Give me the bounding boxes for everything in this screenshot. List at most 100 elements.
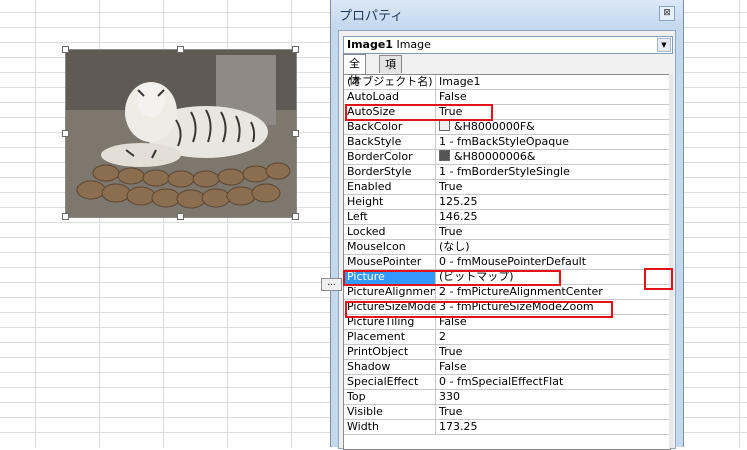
property-row[interactable]: Height 125.25 bbox=[344, 194, 670, 210]
property-row[interactable]: Placement 2 bbox=[344, 329, 670, 345]
property-value-text: False bbox=[439, 90, 467, 103]
image-control[interactable] bbox=[65, 49, 297, 218]
tab-categorized[interactable]: 項目別 bbox=[379, 55, 402, 105]
property-name[interactable]: PictureAlignment bbox=[344, 284, 436, 300]
property-value-text: 1 - fmBorderStyleSingle bbox=[439, 165, 570, 178]
close-icon[interactable]: ⊠ bbox=[659, 6, 675, 21]
object-selector[interactable]: Image1 Image ▼ bbox=[343, 36, 673, 54]
property-name[interactable]: MouseIcon bbox=[344, 239, 436, 255]
property-row[interactable]: BorderColor &H80000006& bbox=[344, 149, 670, 165]
property-value-text: 173.25 bbox=[439, 420, 478, 433]
resize-handle-sw[interactable] bbox=[62, 213, 69, 220]
resize-handle-nw[interactable] bbox=[62, 46, 69, 53]
property-value-text: &H80000006& bbox=[454, 150, 536, 163]
tiger-picture bbox=[66, 50, 296, 217]
property-name[interactable]: Enabled bbox=[344, 179, 436, 195]
property-row[interactable]: Enabled True bbox=[344, 179, 670, 195]
property-value[interactable]: 1 - fmBorderStyleSingle bbox=[435, 164, 670, 180]
property-name[interactable]: Left bbox=[344, 209, 436, 225]
property-value-text: True bbox=[439, 225, 463, 238]
property-value-text: 0 - fmSpecialEffectFlat bbox=[439, 375, 564, 388]
property-name[interactable]: MousePointer bbox=[344, 254, 436, 270]
property-name[interactable]: Top bbox=[344, 389, 436, 405]
property-value[interactable]: &H8000000F& bbox=[435, 119, 670, 135]
property-row[interactable]: MouseIcon (なし) bbox=[344, 239, 670, 255]
property-name[interactable]: Shadow bbox=[344, 359, 436, 375]
property-value-text: 2 bbox=[439, 330, 446, 343]
property-value[interactable]: 0 - fmSpecialEffectFlat bbox=[435, 374, 670, 390]
property-name[interactable]: Locked bbox=[344, 224, 436, 240]
property-value-text: (なし) bbox=[439, 240, 470, 253]
property-row[interactable]: BackStyle 1 - fmBackStyleOpaque bbox=[344, 134, 670, 150]
property-name[interactable]: BackColor bbox=[344, 119, 436, 135]
property-name[interactable]: Height bbox=[344, 194, 436, 210]
property-value-text: 146.25 bbox=[439, 210, 478, 223]
property-row[interactable]: PrintObject True bbox=[344, 344, 670, 360]
property-name[interactable]: PrintObject bbox=[344, 344, 436, 360]
resize-handle-n[interactable] bbox=[177, 46, 184, 53]
property-row[interactable]: Width 173.25 bbox=[344, 419, 670, 435]
property-row[interactable]: MousePointer 0 - fmMousePointerDefault bbox=[344, 254, 670, 270]
property-name[interactable]: Placement bbox=[344, 329, 436, 345]
property-value[interactable]: True bbox=[435, 179, 670, 195]
object-name: Image1 bbox=[347, 38, 393, 51]
property-value-text: 0 - fmMousePointerDefault bbox=[439, 255, 587, 268]
property-row[interactable]: PictureAlignment 2 - fmPictureAlignmentCe… bbox=[344, 284, 670, 300]
properties-titlebar[interactable]: プロパティ ⊠ bbox=[331, 0, 683, 28]
property-value[interactable]: True bbox=[435, 344, 670, 360]
picture-browse-button[interactable]: ... bbox=[321, 278, 342, 291]
property-value[interactable]: False bbox=[435, 89, 670, 105]
highlight-picturesizemode bbox=[345, 301, 613, 318]
window-title: プロパティ bbox=[339, 9, 404, 24]
property-name[interactable]: BorderColor bbox=[344, 149, 436, 165]
property-value-text: 125.25 bbox=[439, 195, 478, 208]
property-value[interactable]: 125.25 bbox=[435, 194, 670, 210]
resize-handle-w[interactable] bbox=[62, 130, 69, 137]
property-value[interactable]: Image1 bbox=[435, 75, 670, 90]
vertical-scrollbar[interactable] bbox=[669, 74, 673, 448]
property-value[interactable]: 146.25 bbox=[435, 209, 670, 225]
property-name[interactable]: BackStyle bbox=[344, 134, 436, 150]
property-row[interactable]: SpecialEffect 0 - fmSpecialEffectFlat bbox=[344, 374, 670, 390]
property-value[interactable]: 1 - fmBackStyleOpaque bbox=[435, 134, 670, 150]
property-value[interactable]: True bbox=[435, 224, 670, 240]
property-row[interactable]: Shadow False bbox=[344, 359, 670, 375]
property-value[interactable]: 2 bbox=[435, 329, 670, 345]
property-value[interactable]: (なし) bbox=[435, 239, 670, 255]
property-row[interactable]: (オブジェクト名) Image1 bbox=[344, 75, 670, 90]
property-value[interactable]: True bbox=[435, 404, 670, 420]
resize-handle-e[interactable] bbox=[292, 130, 299, 137]
property-name[interactable]: AutoLoad bbox=[344, 89, 436, 105]
property-row[interactable]: Visible True bbox=[344, 404, 670, 420]
property-row[interactable]: Top 330 bbox=[344, 389, 670, 405]
property-value-text: True bbox=[439, 180, 463, 193]
property-value[interactable]: 330 bbox=[435, 389, 670, 405]
property-name[interactable]: Visible bbox=[344, 404, 436, 420]
property-name[interactable]: SpecialEffect bbox=[344, 374, 436, 390]
property-row[interactable]: AutoLoad False bbox=[344, 89, 670, 105]
property-value[interactable]: 0 - fmMousePointerDefault bbox=[435, 254, 670, 270]
dropdown-arrow-icon[interactable]: ▼ bbox=[657, 38, 671, 52]
property-row[interactable]: BorderStyle 1 - fmBorderStyleSingle bbox=[344, 164, 670, 180]
resize-handle-s[interactable] bbox=[177, 213, 184, 220]
tab-alphabetic[interactable]: 全体 bbox=[343, 54, 366, 87]
color-swatch bbox=[439, 120, 450, 131]
property-row[interactable]: BackColor &H8000000F& bbox=[344, 119, 670, 135]
property-name[interactable]: BorderStyle bbox=[344, 164, 436, 180]
property-value[interactable]: 2 - fmPictureAlignmentCenter bbox=[435, 284, 670, 300]
property-value[interactable]: 173.25 bbox=[435, 419, 670, 435]
property-row[interactable]: Locked True bbox=[344, 224, 670, 240]
color-swatch bbox=[439, 150, 450, 161]
properties-window: プロパティ ⊠ Image1 Image ▼ 全体 項目別 (オブジェクト名)I… bbox=[330, 0, 684, 450]
property-value-text: Image1 bbox=[439, 75, 481, 88]
property-value-text: 2 - fmPictureAlignmentCenter bbox=[439, 285, 603, 298]
property-name[interactable]: Width bbox=[344, 419, 436, 435]
property-grid: (オブジェクト名) Image1 AutoLoad False AutoSize True… bbox=[343, 74, 671, 450]
property-value[interactable]: &H80000006& bbox=[435, 149, 670, 165]
property-value-text: &H8000000F& bbox=[454, 120, 535, 133]
resize-handle-ne[interactable] bbox=[292, 46, 299, 53]
property-value[interactable]: False bbox=[435, 359, 670, 375]
highlight-autosize bbox=[345, 104, 493, 121]
resize-handle-se[interactable] bbox=[292, 213, 299, 220]
property-row[interactable]: Left 146.25 bbox=[344, 209, 670, 225]
